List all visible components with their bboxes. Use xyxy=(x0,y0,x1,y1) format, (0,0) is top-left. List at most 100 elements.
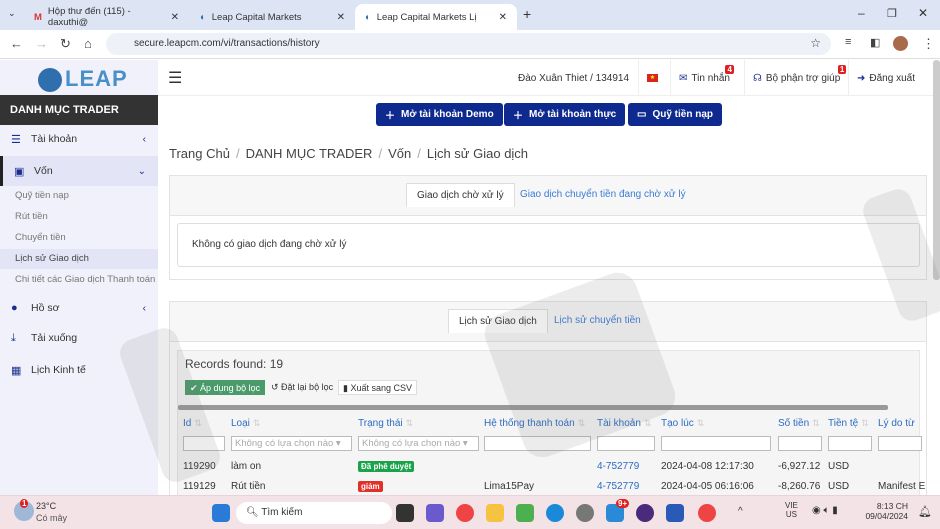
cell-account-link[interactable]: 4-752779 xyxy=(597,461,639,472)
browser-tab-gmail[interactable]: M Hộp thư đến (115) - daxuthi@ ✕ xyxy=(24,4,189,30)
column-header-payment-system[interactable]: Hệ thống thanh toán ⇅ xyxy=(484,418,585,429)
browser-tab-leap[interactable]: ◐ Leap Capital Markets ✕ xyxy=(190,4,355,30)
windows-taskbar: 1 23°C Có mây 🔍︎ Tìm kiếm 9+ ^ VIE US ◉ 🔈… xyxy=(0,495,940,529)
sidebar-item-account[interactable]: ☰ Tài khoản ‹ xyxy=(0,126,158,152)
tab-pending-transactions[interactable]: Giao dịch chờ xử lý xyxy=(406,183,515,207)
close-window-icon[interactable]: ✕ xyxy=(918,6,928,20)
app-icon[interactable] xyxy=(396,504,414,522)
column-header-account[interactable]: Tài khoản ⇅ xyxy=(597,418,651,429)
column-header-currency[interactable]: Tiền tệ ⇅ xyxy=(828,418,869,429)
tab-pending-transfers[interactable]: Giao dịch chuyển tiền đang chờ xử lý xyxy=(510,183,696,207)
profile-avatar[interactable] xyxy=(893,36,908,51)
file-explorer-icon[interactable] xyxy=(486,504,504,522)
column-header-type[interactable]: Loại ⇅ xyxy=(231,418,260,429)
messages-link[interactable]: ✉ Tin nhắn 4 xyxy=(670,60,738,96)
tray-chevron-icon[interactable]: ^ xyxy=(738,506,743,517)
minimize-icon[interactable]: – xyxy=(858,6,865,20)
tab-list-chevron-icon[interactable]: ⌄ xyxy=(8,8,16,19)
chrome-icon[interactable] xyxy=(456,504,474,522)
pending-tabs: Giao dịch chờ xử lý Giao dịch chuyển tiề… xyxy=(170,176,926,216)
zalo-icon[interactable]: 9+ xyxy=(606,499,630,522)
sidebar-item-downloads[interactable]: ⤓ Tải xuống xyxy=(0,325,158,351)
sidebar-item-capital[interactable]: ▣ Vốn ⌄ xyxy=(0,156,158,186)
status-badge: giảm xyxy=(358,481,383,492)
browser-tab-history[interactable]: ◐ Leap Capital Markets Lịch sử G ✕ xyxy=(355,4,517,30)
deposit-button[interactable]: ▭ Quỹ tiền nạp xyxy=(628,103,723,126)
bookmark-star-icon[interactable]: ☆ xyxy=(810,36,821,50)
back-icon[interactable]: ← xyxy=(10,36,23,51)
close-tab-icon[interactable]: ✕ xyxy=(499,12,507,23)
open-real-account-button[interactable]: ＋ Mở tài khoản thực xyxy=(504,103,626,126)
support-link[interactable]: ☊ Bộ phận trợ giúp 1 xyxy=(744,60,848,96)
header-label: Tạo lúc xyxy=(661,418,694,429)
hamburger-menu-icon[interactable]: ☰ xyxy=(168,68,182,88)
sidebar-sub-payment-details[interactable]: Chi tiết các Giao dịch Thanh toán xyxy=(0,270,158,290)
breadcrumb-capital[interactable]: Vốn xyxy=(388,146,411,161)
page-scrollbar[interactable] xyxy=(933,60,940,280)
reload-icon[interactable]: ↻ xyxy=(60,36,71,52)
tab-transaction-history[interactable]: Lịch sử Giao dịch xyxy=(448,309,548,333)
chrome-icon[interactable] xyxy=(698,504,716,522)
language-indicator[interactable]: VIE US xyxy=(785,501,798,519)
select-placeholder: Không có lựa chọn nào xyxy=(235,438,334,449)
menu-kebab-icon[interactable]: ⋮ xyxy=(922,36,935,52)
export-csv-button[interactable]: ▮ Xuất sang CSV xyxy=(338,380,417,395)
word-icon[interactable] xyxy=(666,504,684,522)
new-tab-icon[interactable]: + xyxy=(523,6,531,22)
clock[interactable]: 8:13 CH 09/04/2024 xyxy=(862,501,908,521)
windows-start-icon[interactable] xyxy=(212,504,230,522)
settings-icon[interactable] xyxy=(576,504,594,522)
close-tab-icon[interactable]: ✕ xyxy=(337,12,345,23)
breadcrumb-trader[interactable]: DANH MỤC TRADER xyxy=(246,146,373,161)
filter-amount-input[interactable] xyxy=(778,436,822,451)
language-flag[interactable]: ★ xyxy=(638,60,666,96)
url-input[interactable]: secure.leapcm.com/vi/transactions/histor… xyxy=(106,33,831,55)
side-panel-icon[interactable]: ◧ xyxy=(870,36,880,49)
cell-account-link[interactable]: 4-752779 xyxy=(597,481,639,492)
filter-type-select[interactable]: Không có lựa chọn nào ▾ xyxy=(231,436,352,451)
status-badge: Đã phê duyệt xyxy=(358,461,415,472)
home-icon[interactable]: ⌂ xyxy=(84,36,92,51)
taskbar-search-box[interactable]: 🔍︎ Tìm kiếm xyxy=(236,502,392,524)
forward-icon[interactable]: → xyxy=(35,36,48,51)
filter-id-input[interactable] xyxy=(183,436,225,451)
tab-label: Hộp thư đến (115) - daxuthi@ xyxy=(47,6,131,28)
close-tab-icon[interactable]: ✕ xyxy=(171,12,179,23)
sidebar-item-profile[interactable]: ● Hồ sơ ‹ xyxy=(0,295,158,321)
filter-account-input[interactable] xyxy=(597,436,655,451)
app-icon[interactable] xyxy=(636,504,654,522)
sort-icon: ⇅ xyxy=(643,418,652,428)
edge-icon[interactable] xyxy=(546,504,564,522)
column-header-id[interactable]: Id ⇅ xyxy=(183,418,202,429)
column-header-amount[interactable]: Số tiền ⇅ xyxy=(778,418,820,429)
horizontal-scrollbar[interactable] xyxy=(178,405,888,410)
filter-status-select[interactable]: Không có lựa chọn nào ▾ xyxy=(358,436,479,451)
sidebar-item-calendar[interactable]: ▦ Lịch Kinh tế xyxy=(0,357,158,383)
sidebar-sub-transfer[interactable]: Chuyển tiền xyxy=(0,228,158,248)
column-header-status[interactable]: Trạng thái ⇅ xyxy=(358,418,413,429)
filter-payment-system-input[interactable] xyxy=(484,436,591,451)
app-icon[interactable] xyxy=(516,504,534,522)
column-header-created[interactable]: Tạo lúc ⇅ xyxy=(661,418,704,429)
breadcrumb-home[interactable]: Trang Chủ xyxy=(169,146,230,161)
filter-created-input[interactable] xyxy=(661,436,771,451)
sidebar-sub-deposit[interactable]: Quỹ tiền nạp xyxy=(0,186,158,206)
open-demo-account-button[interactable]: ＋ Mở tài khoản Demo xyxy=(376,103,503,126)
tab-transfer-history[interactable]: Lịch sử chuyển tiền xyxy=(544,309,651,333)
restore-icon[interactable]: ❐ xyxy=(887,7,897,20)
column-header-reason[interactable]: Lý do từ xyxy=(878,418,915,429)
weather-icon[interactable]: 1 xyxy=(14,499,34,521)
lang-line: VIE xyxy=(785,501,798,510)
teams-icon[interactable] xyxy=(426,504,444,522)
filter-currency-input[interactable] xyxy=(828,436,872,451)
sidebar-sub-history[interactable]: Lịch sử Giao dịch xyxy=(0,249,158,269)
wifi-volume-battery-icons[interactable]: ◉ 🔈︎ ▮ xyxy=(812,505,838,516)
reading-list-icon[interactable]: ≡ xyxy=(845,36,851,48)
sidebar-sub-withdraw[interactable]: Rút tiền xyxy=(0,207,158,227)
notification-bell-icon[interactable]: 🔔︎ xyxy=(918,505,932,518)
logout-link[interactable]: ➜ Đăng xuất xyxy=(848,60,923,96)
apply-filter-button[interactable]: ✔ Áp dụng bộ lọc xyxy=(185,380,266,395)
reset-filter-button[interactable]: ↺ Đặt lại bộ lọc xyxy=(267,380,337,395)
button-label: Xuất sang CSV xyxy=(350,383,412,393)
filter-reason-input[interactable] xyxy=(878,436,922,451)
